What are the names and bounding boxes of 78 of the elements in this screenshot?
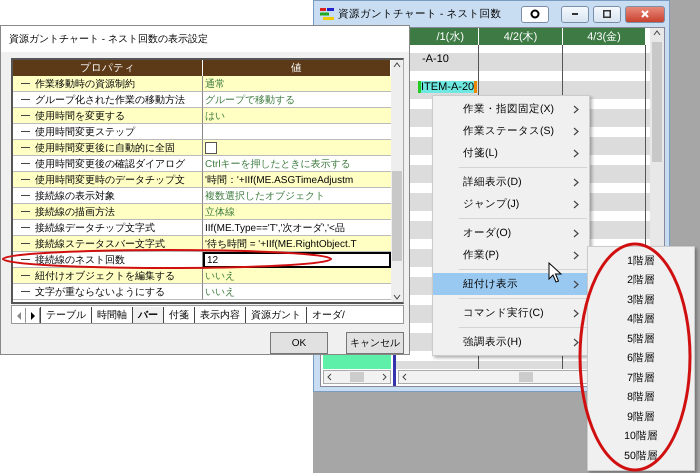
menu-item[interactable]: コマンド実行(C) (433, 302, 589, 324)
window-title: 資源ガントチャート - ネスト回数 (338, 7, 502, 21)
property-value: いいえ (203, 268, 391, 284)
vertical-scrollbar[interactable] (391, 60, 403, 302)
menu-item[interactable]: 3階層 (623, 290, 659, 310)
scroll-up-icon[interactable] (653, 30, 661, 36)
property-value: はい (203, 108, 391, 124)
app-logo-icon (320, 8, 334, 20)
property-name: 接続線データチップ文字式 (35, 222, 155, 234)
minimize-icon (572, 13, 578, 15)
menu-item[interactable]: 50階層 (620, 446, 662, 466)
gantt-bar (323, 355, 391, 369)
property-name: 接続線ステータスバー文字式 (35, 238, 165, 250)
property-name: 文字が重ならないようにする (35, 286, 165, 298)
menu-item[interactable]: 紐付け表示 (433, 273, 589, 295)
property-value: '時間：'+IIf(ME.ASGTimeAdjustm (203, 172, 391, 188)
menu-item[interactable]: 9階層 (623, 407, 659, 426)
property-name: 使用時間変更後の確認ダイアログ (35, 158, 185, 170)
property-name: グループ化された作業の移動方法 (35, 94, 185, 106)
horizontal-scrollbar[interactable] (323, 370, 391, 384)
tab-scroll-right-icon[interactable] (30, 312, 34, 320)
property-name: 使用時間変更後に自動的に全固 (35, 142, 175, 154)
date-column-header: 4/2(木) (479, 28, 563, 45)
menu-item[interactable]: 5階層 (623, 329, 659, 348)
scroll-up-icon[interactable] (393, 62, 401, 68)
menu-item[interactable]: 7階層 (623, 368, 659, 388)
close-icon (641, 10, 649, 18)
property-value: '待ち時間 = '+IIf(ME.RightObject.T (203, 236, 391, 252)
property-value: 立体線 (203, 204, 391, 220)
property-name: 作業移動時の資源制約 (35, 78, 135, 90)
maximize-icon (603, 10, 611, 18)
scroll-thumb[interactable] (350, 372, 364, 382)
ok-button[interactable]: OK (270, 332, 328, 354)
dialog-title: 資源ガントチャート - ネスト回数の表示設定 (9, 32, 208, 46)
menu-item[interactable]: オーダ(O) (433, 222, 589, 244)
scroll-left-icon[interactable] (327, 373, 332, 381)
menu-item[interactable]: 4階層 (623, 310, 659, 329)
property-name: 接続線の表示対象 (35, 190, 115, 202)
property-value: 通常 (203, 76, 391, 92)
close-button[interactable] (625, 6, 665, 22)
property-name: 接続線のネスト回数 (35, 254, 125, 266)
property-name: 使用時間を変更する (35, 110, 125, 122)
work-bar-label[interactable]: ITEM-A-20 (418, 81, 478, 93)
menu-item[interactable]: 作業・指図固定(X) (433, 98, 589, 120)
property-name: 接続線の描画方法 (35, 206, 115, 218)
value-cell[interactable] (203, 140, 391, 156)
minimize-button[interactable] (561, 6, 589, 22)
menu-item[interactable]: 強調表示(H) (433, 331, 589, 353)
column-header: プロパティ (13, 60, 203, 76)
checkbox[interactable] (205, 142, 217, 154)
cancel-button[interactable]: キャンセル (346, 332, 404, 354)
sheet-tab[interactable]: バー (132, 307, 163, 323)
work-bar-label[interactable]: -A-10 (422, 53, 449, 65)
tab-scroll-left-icon[interactable] (16, 312, 20, 320)
property-name: 紐付けオブジェクトを編集する (35, 270, 175, 282)
property-name: 使用時間変更時のデータチップ文 (35, 174, 185, 186)
menu-item[interactable]: 作業(P) (433, 244, 589, 266)
property-value: いいえ (203, 284, 391, 300)
property-name: 使用時間変更ステップ (35, 126, 135, 138)
pin-button[interactable] (521, 6, 549, 22)
scroll-left-icon[interactable] (402, 373, 407, 381)
menu-item[interactable]: 6階層 (623, 348, 659, 368)
menu-item[interactable]: 作業ステータス(S) (433, 120, 589, 142)
maximize-button[interactable] (593, 6, 621, 22)
scroll-thumb[interactable] (518, 372, 532, 382)
scroll-right-icon[interactable] (382, 373, 387, 381)
menu-item[interactable]: 2階層 (623, 270, 659, 290)
menu-item[interactable]: 詳細表示(D) (433, 171, 589, 193)
date-column-header: 4/3(金) (563, 28, 646, 45)
menu-item[interactable]: 8階層 (623, 388, 659, 407)
scroll-down-icon[interactable] (393, 294, 401, 300)
menu-item[interactable]: 1階層 (623, 251, 659, 270)
menu-item[interactable]: 付箋(L) (433, 142, 589, 164)
column-header: 値 (203, 60, 391, 76)
menu-item[interactable]: 10階層 (620, 426, 662, 446)
ring-icon (530, 9, 540, 19)
menu-item[interactable]: ジャンプ(J) (433, 193, 589, 215)
mouse-pointer-icon (548, 262, 562, 284)
